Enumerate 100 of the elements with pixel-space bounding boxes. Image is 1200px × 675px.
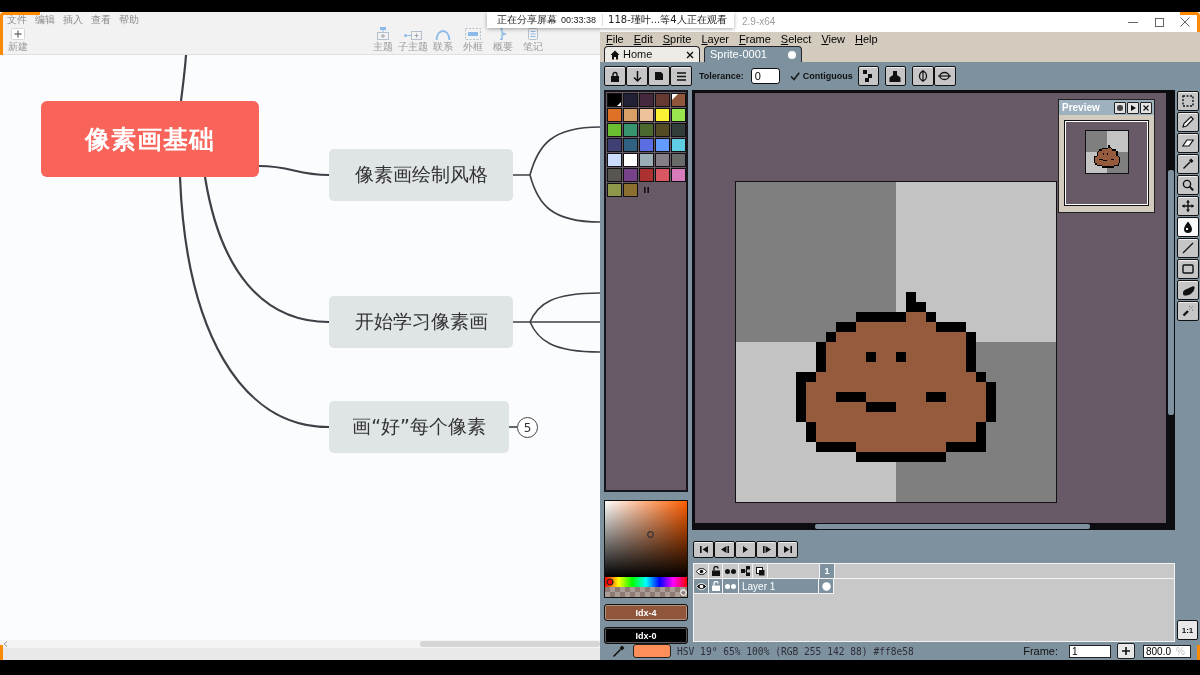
menu-item[interactable]: 插入 — [63, 14, 83, 25]
color-swatch[interactable] — [623, 93, 638, 107]
two-dots-icon[interactable] — [725, 583, 736, 589]
previous-frame-button[interactable] — [714, 541, 735, 558]
check-icon[interactable] — [789, 71, 800, 81]
color-swatch[interactable] — [655, 153, 670, 167]
tool-button[interactable] — [1177, 280, 1199, 300]
padlock-icon[interactable] — [711, 566, 720, 576]
color-swatch[interactable] — [655, 138, 670, 152]
color-index-button[interactable]: Idx-4 — [604, 604, 688, 621]
topic-node[interactable]: 开始学习像素画 — [329, 296, 513, 348]
color-swatch[interactable] — [607, 93, 622, 107]
color-index-button[interactable]: Idx-0 — [604, 627, 688, 644]
color-swatch[interactable] — [671, 93, 686, 107]
tab[interactable]: Sprite-0001 — [704, 46, 802, 62]
color-swatch[interactable] — [655, 108, 670, 122]
option-button[interactable] — [933, 66, 956, 86]
menu-item[interactable]: 文件 — [7, 14, 27, 25]
menu-item[interactable]: Help — [855, 33, 878, 45]
play-button[interactable] — [735, 541, 756, 558]
menu-item[interactable]: 帮助 — [119, 14, 139, 25]
tool-button[interactable] — [1177, 112, 1199, 132]
color-swatch[interactable] — [655, 123, 670, 137]
ring-handle-icon[interactable] — [606, 578, 614, 586]
option-button[interactable] — [626, 66, 648, 86]
menu-item[interactable]: View — [821, 33, 846, 45]
menu-item[interactable]: File — [606, 33, 624, 45]
ring-handle-icon[interactable] — [647, 531, 654, 538]
overlapping-squares-icon[interactable] — [755, 566, 765, 576]
color-swatch[interactable] — [607, 168, 622, 182]
color-swatch[interactable] — [671, 153, 686, 167]
last-frame-button[interactable] — [777, 541, 798, 558]
open-padlock-icon[interactable] — [711, 581, 720, 591]
option-button[interactable] — [648, 66, 670, 86]
close-icon[interactable] — [686, 50, 694, 59]
layer-name[interactable]: Layer 1 — [739, 579, 819, 593]
preview-button[interactable] — [1140, 101, 1152, 114]
color-swatch[interactable] — [639, 108, 654, 122]
color-swatch[interactable] — [607, 183, 622, 197]
tool-button[interactable] — [1177, 238, 1199, 258]
tolerance-field[interactable]: 0 — [750, 68, 780, 84]
topic-node[interactable]: 画“好”每个像素 — [329, 401, 509, 453]
color-field[interactable] — [605, 501, 687, 577]
preview-button[interactable] — [1127, 101, 1139, 114]
actual-size-button[interactable]: 1:1 — [1177, 620, 1198, 640]
color-swatch[interactable] — [623, 138, 638, 152]
zoom-field[interactable]: 800.0 % — [1143, 644, 1191, 658]
color-swatch[interactable] — [639, 153, 654, 167]
first-frame-button[interactable] — [693, 541, 714, 558]
color-swatch[interactable] — [671, 168, 686, 182]
collapsed-count[interactable]: 5 — [517, 417, 538, 438]
frame-number[interactable]: 1 — [820, 564, 835, 578]
option-button[interactable] — [670, 66, 692, 86]
color-swatch[interactable] — [607, 138, 622, 152]
layer-row[interactable]: Layer 1 — [694, 579, 834, 594]
vertical-scrollbar-thumb[interactable] — [1167, 170, 1174, 415]
tool-button[interactable] — [1177, 259, 1199, 279]
color-swatch[interactable] — [623, 153, 638, 167]
color-swatch[interactable] — [607, 153, 622, 167]
menu-item[interactable]: Frame — [739, 33, 771, 45]
horizontal-scrollbar-thumb[interactable] — [815, 524, 1090, 529]
option-button[interactable] — [604, 66, 626, 86]
color-swatch[interactable] — [607, 123, 622, 137]
color-swatch[interactable] — [639, 168, 654, 182]
menu-item[interactable]: 查看 — [91, 14, 111, 25]
tool-button[interactable] — [1177, 91, 1199, 111]
option-button[interactable] — [884, 66, 906, 86]
two-dots-icon[interactable] — [725, 568, 736, 574]
frame-field[interactable]: 1 — [1069, 644, 1111, 658]
next-frame-button[interactable] — [756, 541, 777, 558]
color-swatch[interactable] — [655, 168, 670, 182]
contiguous-label[interactable]: Contiguous — [802, 71, 853, 81]
tool-button[interactable] — [1177, 301, 1199, 321]
scrollbar-thumb[interactable] — [420, 641, 600, 647]
color-swatch[interactable] — [607, 108, 622, 122]
color-swatch[interactable] — [671, 123, 686, 137]
color-swatch[interactable] — [671, 138, 686, 152]
color-swatch[interactable] — [623, 108, 638, 122]
menu-item[interactable]: Sprite — [662, 33, 692, 45]
color-swatch[interactable] — [639, 93, 654, 107]
menu-item[interactable]: Select — [780, 33, 812, 45]
color-swatch[interactable] — [623, 123, 638, 137]
color-swatch[interactable] — [639, 123, 654, 137]
preview-button[interactable] — [1114, 101, 1126, 114]
tool-button[interactable] — [1177, 175, 1199, 195]
eye-icon[interactable] — [695, 567, 707, 575]
color-swatch[interactable] — [639, 138, 654, 152]
color-swatch[interactable] — [655, 93, 670, 107]
tool-button[interactable] — [1177, 196, 1199, 216]
add-frame-button[interactable] — [1117, 643, 1135, 659]
tool-button[interactable] — [1177, 154, 1199, 174]
color-swatch[interactable] — [623, 183, 638, 197]
tool-button[interactable] — [1177, 217, 1199, 237]
menu-item[interactable]: Edit — [633, 33, 653, 45]
grip-icon[interactable] — [644, 187, 649, 193]
menu-item[interactable]: 编辑 — [35, 14, 55, 25]
central-topic[interactable]: 像素画基础 — [41, 101, 259, 177]
topic-node[interactable]: 像素画绘制风格 — [329, 149, 513, 201]
sprite-canvas[interactable] — [735, 181, 1057, 503]
hue-bar[interactable] — [605, 577, 687, 587]
